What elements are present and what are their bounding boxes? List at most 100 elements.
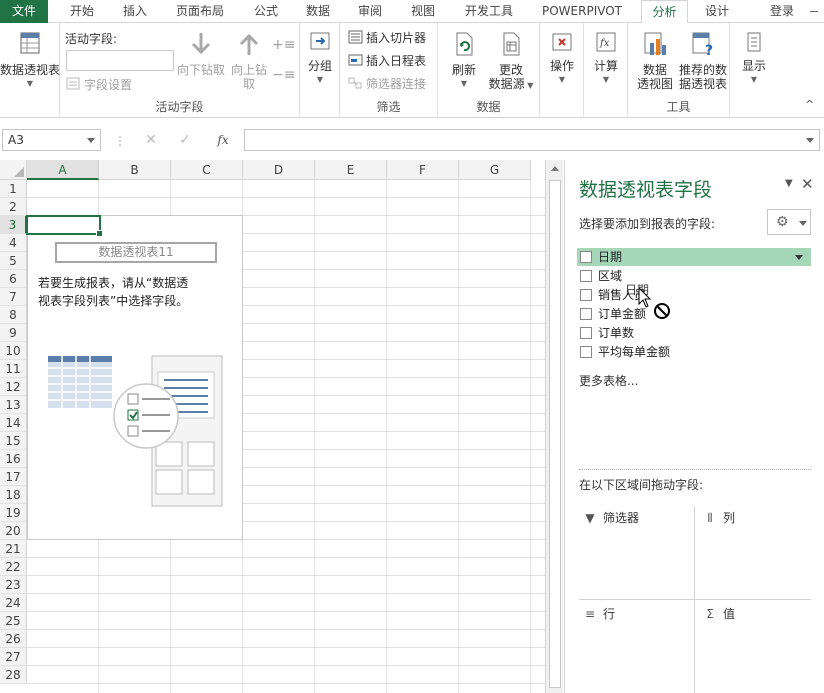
select-all-button[interactable] <box>0 160 27 180</box>
row-header-19[interactable]: 19 <box>0 504 27 522</box>
row-header-23[interactable]: 23 <box>0 576 27 594</box>
row-header-15[interactable]: 15 <box>0 432 27 450</box>
row-header-5[interactable]: 5 <box>0 252 27 270</box>
field-avg-order-amount[interactable]: 平均每单金额 <box>577 343 811 361</box>
field-order-amount-checkbox[interactable] <box>580 308 592 320</box>
expand-field-icon[interactable]: +≡ <box>272 37 295 53</box>
row-header-27[interactable]: 27 <box>0 648 27 666</box>
area-columns[interactable]: ⦀ 列 <box>703 509 735 526</box>
area-filters[interactable]: ▼ 筛选器 <box>583 509 639 526</box>
column-header-E[interactable]: E <box>315 160 387 180</box>
field-order-count-checkbox[interactable] <box>580 327 592 339</box>
cancel-icon[interactable]: ✕ <box>140 130 162 150</box>
tab-design[interactable]: 设计 <box>695 0 739 23</box>
field-salesperson[interactable]: 销售人员 <box>577 286 811 304</box>
field-region-checkbox[interactable] <box>580 270 592 282</box>
tab-developer[interactable]: 开发工具 <box>456 0 522 23</box>
group-button[interactable]: 分组 ▼ <box>302 31 338 87</box>
row-header-18[interactable]: 18 <box>0 486 27 504</box>
formula-input[interactable] <box>244 129 820 151</box>
column-header-A[interactable]: A <box>27 160 99 180</box>
change-data-source-button[interactable]: 更改 数据源 ▼ <box>488 31 534 93</box>
tab-analyze[interactable]: 分析 <box>641 0 688 24</box>
login-link[interactable]: 登录 <box>770 0 794 23</box>
tab-page-layout[interactable]: 页面布局 <box>168 0 232 23</box>
row-header-13[interactable]: 13 <box>0 396 27 414</box>
row-header-3[interactable]: 3 <box>0 216 27 234</box>
tab-view[interactable]: 视图 <box>401 0 445 23</box>
column-header-C[interactable]: C <box>171 160 243 180</box>
row-header-24[interactable]: 24 <box>0 594 27 612</box>
ribbon-minimize-icon[interactable] <box>806 0 824 23</box>
pane-divider[interactable] <box>579 469 811 470</box>
row-header-7[interactable]: 7 <box>0 288 27 306</box>
column-header-B[interactable]: B <box>99 160 171 180</box>
collapse-field-icon[interactable]: −≡ <box>272 67 295 83</box>
field-order-count[interactable]: 订单数 <box>577 324 811 342</box>
active-field-input[interactable] <box>66 50 174 71</box>
row-header-10[interactable]: 10 <box>0 342 27 360</box>
row-header-8[interactable]: 8 <box>0 306 27 324</box>
insert-slicer-button[interactable]: 插入切片器 <box>348 30 426 46</box>
field-settings-button[interactable]: 字段设置 <box>66 77 132 93</box>
pivotchart-button[interactable]: 数据 透视图 <box>632 31 678 91</box>
enter-icon[interactable]: ✓ <box>174 130 196 150</box>
row-header-12[interactable]: 12 <box>0 378 27 396</box>
tab-formulas[interactable]: 公式 <box>244 0 288 23</box>
tab-data[interactable]: 数据 <box>296 0 340 23</box>
active-cell-A3[interactable] <box>26 215 103 237</box>
name-box[interactable]: A3 <box>2 129 101 151</box>
calculations-button[interactable]: fx 计算 ▼ <box>586 31 626 87</box>
field-dropdown-icon[interactable] <box>795 255 803 260</box>
tab-powerpivot[interactable]: POWERPIVOT <box>534 0 630 23</box>
worksheet-grid[interactable]: A B C D E F G 1 2 3 4 5 6 7 8 9 10 11 12 13 14 15 16 17 18 19 20 21… <box>0 160 545 693</box>
area-values[interactable]: Σ值 <box>703 605 735 622</box>
row-header-9[interactable]: 9 <box>0 324 27 342</box>
row-header-14[interactable]: 14 <box>0 414 27 432</box>
refresh-button[interactable]: 刷新 ▼ <box>446 31 482 91</box>
field-region[interactable]: 区域 <box>577 267 811 285</box>
column-header-F[interactable]: F <box>387 160 459 180</box>
row-header-16[interactable]: 16 <box>0 450 27 468</box>
actions-button[interactable]: 操作 ▼ <box>542 31 582 87</box>
drill-up-button[interactable]: 向上钻 取 <box>228 31 270 91</box>
area-rows[interactable]: ≡ 行 <box>583 605 615 622</box>
show-button[interactable]: 显示 ▼ <box>734 31 774 87</box>
close-icon[interactable]: ✕ <box>801 175 814 193</box>
row-header-4[interactable]: 4 <box>0 234 27 252</box>
scroll-up-icon[interactable] <box>551 166 559 171</box>
field-date[interactable]: 日期 <box>577 248 811 266</box>
scroll-thumb[interactable] <box>549 180 561 688</box>
row-header-1[interactable]: 1 <box>0 180 27 198</box>
field-salesperson-checkbox[interactable] <box>580 289 592 301</box>
row-header-28[interactable]: 28 <box>0 666 27 684</box>
field-date-checkbox[interactable] <box>580 251 592 263</box>
row-header-25[interactable]: 25 <box>0 612 27 630</box>
row-header-11[interactable]: 11 <box>0 360 27 378</box>
filter-connections-button[interactable]: 筛选器连接 <box>348 76 426 92</box>
pivot-placeholder[interactable]: 数据透视表11 若要生成报表，请从“数据透 视表字段列表”中选择字段。 <box>27 215 243 540</box>
field-order-amount[interactable]: 订单金额 <box>577 305 811 323</box>
row-header-20[interactable]: 20 <box>0 522 27 540</box>
tab-home[interactable]: 开始 <box>60 0 104 23</box>
vertical-scrollbar[interactable] <box>545 160 563 693</box>
pivottable-options-button[interactable]: 数据透视表 ▼ <box>0 31 60 91</box>
row-header-6[interactable]: 6 <box>0 270 27 288</box>
tab-file[interactable]: 文件 <box>0 0 48 23</box>
row-header-21[interactable]: 21 <box>0 540 27 558</box>
insert-timeline-button[interactable]: 插入日程表 <box>348 53 426 69</box>
row-header-22[interactable]: 22 <box>0 558 27 576</box>
collapse-ribbon-icon[interactable]: ^ <box>805 97 814 113</box>
column-header-D[interactable]: D <box>243 160 315 180</box>
pane-options-icon[interactable]: ▼ <box>785 178 793 189</box>
tab-review[interactable]: 审阅 <box>348 0 392 23</box>
row-header-2[interactable]: 2 <box>0 198 27 216</box>
field-avg-order-amount-checkbox[interactable] <box>580 346 592 358</box>
row-header-26[interactable]: 26 <box>0 630 27 648</box>
insert-function-icon[interactable]: fx <box>212 130 234 150</box>
drill-down-button[interactable]: 向下钻取 <box>176 31 226 77</box>
column-header-G[interactable]: G <box>459 160 531 180</box>
field-list-settings-button[interactable]: ⚙ <box>767 209 811 235</box>
row-header-17[interactable]: 17 <box>0 468 27 486</box>
tab-insert[interactable]: 插入 <box>113 0 157 23</box>
